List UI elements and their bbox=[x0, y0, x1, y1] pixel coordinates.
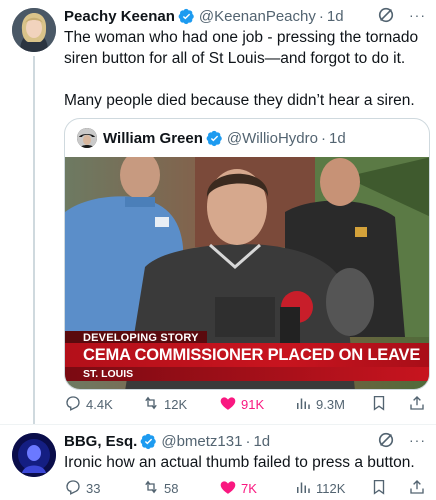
separator-dot: · bbox=[318, 7, 324, 25]
views-count: 9.3M bbox=[316, 396, 345, 412]
bookmark-button[interactable] bbox=[370, 394, 388, 414]
avatar-bbg-esq[interactable] bbox=[12, 433, 56, 477]
reply-count: 33 bbox=[86, 480, 101, 496]
share-button[interactable] bbox=[408, 394, 426, 414]
grok-icon[interactable] bbox=[377, 431, 395, 449]
repost-icon bbox=[142, 394, 160, 415]
reply-count: 4.4K bbox=[86, 396, 113, 412]
repost-count: 58 bbox=[164, 480, 179, 496]
quoted-tweet[interactable]: William Green @WillioHydro · 1d DEVELOPI… bbox=[64, 118, 430, 390]
views-icon bbox=[294, 478, 312, 499]
repost-button[interactable]: 58 bbox=[142, 478, 178, 498]
share-icon bbox=[408, 394, 426, 415]
separator-dot: · bbox=[245, 432, 251, 450]
chyron-location: ST. LOUIS bbox=[83, 368, 134, 380]
more-icon[interactable]: ··· bbox=[409, 433, 426, 447]
views-button[interactable]: 112K bbox=[294, 478, 345, 498]
like-count: 91K bbox=[241, 396, 265, 412]
like-icon bbox=[219, 478, 237, 499]
bookmark-button[interactable] bbox=[370, 478, 388, 498]
author-name[interactable]: BBG, Esq. bbox=[64, 433, 137, 450]
views-icon bbox=[294, 394, 312, 415]
repost-count: 12K bbox=[164, 396, 188, 412]
reply-button[interactable]: 4.4K bbox=[64, 394, 113, 414]
verified-badge-icon bbox=[206, 130, 223, 147]
chyron-location-bar: ST. LOUIS bbox=[65, 367, 429, 381]
author-handle[interactable]: @bmetz131 bbox=[161, 433, 242, 450]
tweet-text-paragraph-2: Many people died because they didn’t hea… bbox=[64, 92, 415, 109]
reply-icon bbox=[64, 394, 82, 415]
tweet-header: Peachy Keenan @KeenanPeachy · 1d ··· bbox=[64, 6, 426, 26]
tweet-text-line-2: siren button for all of St Louis—and for… bbox=[64, 50, 406, 67]
repost-icon bbox=[142, 478, 160, 499]
avatar-peachy-keenan[interactable] bbox=[12, 8, 56, 52]
share-icon bbox=[408, 478, 426, 499]
quoted-tweet-timestamp[interactable]: 1d bbox=[329, 130, 346, 147]
tweet-action-bar: 33 58 7K 112K bbox=[64, 478, 430, 498]
share-button[interactable] bbox=[408, 478, 426, 498]
tweet-peachy-keenan[interactable]: Peachy Keenan @KeenanPeachy · 1d ··· The… bbox=[0, 0, 436, 424]
verified-badge-icon bbox=[140, 433, 157, 450]
quoted-tweet-header: William Green @WillioHydro · 1d bbox=[77, 128, 346, 148]
more-icon[interactable]: ··· bbox=[409, 8, 426, 22]
author-handle[interactable]: @KeenanPeachy bbox=[199, 8, 316, 25]
tweet-timestamp[interactable]: 1d bbox=[253, 433, 270, 450]
verified-badge-icon bbox=[178, 8, 195, 25]
bookmark-icon bbox=[370, 394, 388, 415]
quoted-tweet-media[interactable]: DEVELOPING STORY CEMA COMMISSIONER PLACE… bbox=[65, 157, 429, 389]
tweet-text-line-1: The woman who had one job - pressing the… bbox=[64, 29, 419, 46]
bookmark-icon bbox=[370, 478, 388, 499]
grok-icon[interactable] bbox=[377, 6, 395, 24]
tweet-text: Ironic how an actual thumb failed to pre… bbox=[64, 454, 415, 471]
author-name[interactable]: Peachy Keenan bbox=[64, 8, 175, 25]
tweet-header: BBG, Esq. @bmetz131 · 1d ··· bbox=[64, 431, 426, 451]
like-button[interactable]: 7K bbox=[219, 478, 257, 498]
tweet-timestamp[interactable]: 1d bbox=[327, 8, 344, 25]
views-count: 112K bbox=[316, 480, 346, 496]
like-count: 7K bbox=[241, 480, 257, 496]
chyron-headline: CEMA COMMISSIONER PLACED ON LEAVE bbox=[83, 346, 421, 364]
quoted-author-avatar[interactable] bbox=[77, 128, 97, 148]
like-icon bbox=[219, 394, 237, 415]
reply-icon bbox=[64, 478, 82, 499]
like-button[interactable]: 91K bbox=[219, 394, 264, 414]
chyron-developing-story: DEVELOPING STORY bbox=[65, 331, 429, 345]
tweet-action-bar: 4.4K 12K 91K 9.3M bbox=[64, 394, 430, 414]
reply-button[interactable]: 33 bbox=[64, 478, 100, 498]
chyron-headline-bar: CEMA COMMISSIONER PLACED ON LEAVE bbox=[65, 343, 429, 367]
repost-button[interactable]: 12K bbox=[142, 394, 187, 414]
separator-dot: · bbox=[320, 129, 326, 147]
quoted-author-name[interactable]: William Green bbox=[103, 130, 203, 147]
views-button[interactable]: 9.3M bbox=[294, 394, 345, 414]
quoted-author-handle[interactable]: @WillioHydro bbox=[227, 130, 318, 147]
thread-connector-line bbox=[33, 56, 35, 424]
